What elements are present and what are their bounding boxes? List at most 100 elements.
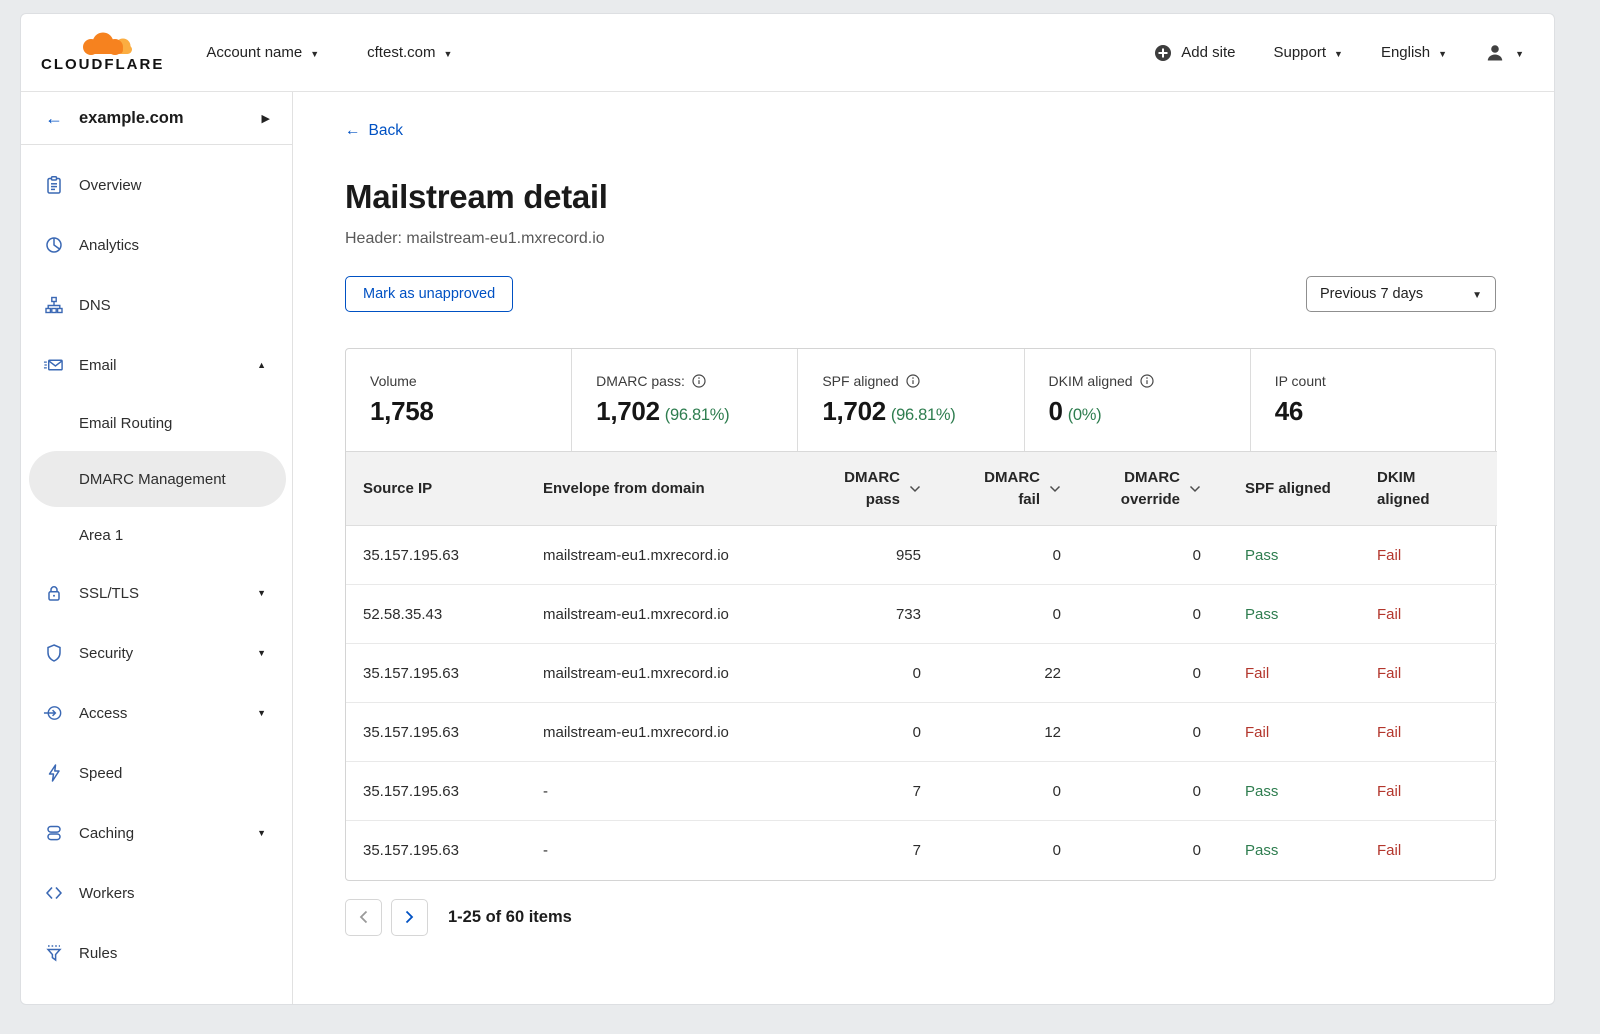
language-dropdown-label: English	[1381, 44, 1430, 61]
user-menu[interactable]: ▼	[1485, 43, 1524, 63]
stat-percent: (96.81%)	[891, 406, 956, 424]
sidebar-item-workers[interactable]: Workers	[21, 863, 292, 923]
next-page-button[interactable]	[391, 899, 428, 936]
sidebar-item-speed[interactable]: Speed	[21, 743, 292, 803]
speed-icon	[43, 763, 64, 784]
stat-volume: Volume 1,758	[346, 349, 571, 451]
info-icon[interactable]	[906, 374, 920, 388]
cell-dkim-aligned: Fail	[1353, 762, 1497, 821]
page-title: Mailstream detail	[345, 178, 1554, 216]
cell-dmarc-pass: 955	[783, 526, 933, 585]
info-icon[interactable]	[1140, 374, 1154, 388]
sidebar-item-dmarc-management[interactable]: DMARC Management	[29, 451, 286, 507]
sort-chevron-icon	[909, 485, 921, 493]
chevron-up-icon: ▲	[257, 360, 266, 370]
overview-icon	[43, 175, 64, 196]
sidebar: ← example.com ▶ Overview	[21, 92, 293, 1004]
sidebar-item-dns[interactable]: DNS	[21, 275, 292, 335]
cell-dmarc-pass: 7	[783, 762, 933, 821]
cell-dmarc-pass: 0	[783, 703, 933, 762]
page-subtitle: Header: mailstream-eu1.mxrecord.io	[345, 230, 1554, 248]
cell-dmarc-fail: 22	[933, 644, 1073, 703]
sidebar-item-access[interactable]: Access ▼	[21, 683, 292, 743]
sidebar-item-rules[interactable]: Rules	[21, 923, 292, 983]
stat-value: 46	[1275, 396, 1485, 427]
sidebar-item-label: Workers	[79, 885, 135, 902]
date-range-value: Previous 7 days	[1320, 286, 1423, 302]
column-header-dmarc-fail[interactable]: DMARCfail	[933, 452, 1073, 526]
cell-dmarc-fail: 0	[933, 821, 1073, 880]
sidebar-item-email-routing[interactable]: Email Routing	[21, 395, 292, 451]
sidebar-item-security[interactable]: Security ▼	[21, 623, 292, 683]
cell-dmarc-pass: 7	[783, 821, 933, 880]
cell-dmarc-pass: 733	[783, 585, 933, 644]
zone-dropdown[interactable]: cftest.com ▼	[367, 44, 452, 61]
language-dropdown[interactable]: English ▼	[1381, 44, 1447, 61]
stat-label: IP count	[1275, 373, 1326, 389]
topnav-right-group: Add site Support ▼ English ▼ ▼	[1154, 43, 1524, 63]
cell-dkim-aligned: Fail	[1353, 821, 1497, 880]
sidebar-nav: Overview Analytics	[21, 145, 292, 983]
cell-dkim-aligned: Fail	[1353, 703, 1497, 762]
chevron-down-icon: ▼	[310, 49, 319, 59]
sidebar-site-header[interactable]: ← example.com ▶	[21, 92, 292, 145]
column-header-dmarc-override[interactable]: DMARCoverride	[1073, 452, 1213, 526]
cloudflare-logo[interactable]: CLOUDFLARE	[41, 32, 164, 73]
cell-dkim-aligned: Fail	[1353, 585, 1497, 644]
sidebar-item-label: DNS	[79, 297, 111, 314]
previous-page-button[interactable]	[345, 899, 382, 936]
support-dropdown[interactable]: Support ▼	[1273, 44, 1342, 61]
cell-envelope: mailstream-eu1.mxrecord.io	[543, 526, 783, 585]
stat-value: 1,702(96.81%)	[822, 396, 1013, 427]
stat-percent: (96.81%)	[665, 406, 730, 424]
access-icon	[43, 703, 64, 724]
date-range-select[interactable]: Previous 7 days ▼	[1306, 276, 1496, 312]
sidebar-item-label: Access	[79, 705, 127, 722]
chevron-right-icon: ▶	[262, 112, 270, 125]
back-arrow-icon: ←	[45, 109, 63, 127]
stat-percent: (0%)	[1068, 406, 1102, 424]
lock-icon	[43, 583, 64, 604]
cell-dmarc-override: 0	[1073, 762, 1213, 821]
back-link[interactable]: ← Back	[345, 122, 403, 140]
sidebar-item-analytics[interactable]: Analytics	[21, 215, 292, 275]
plus-circle-icon	[1154, 44, 1172, 62]
cell-source-ip: 35.157.195.63	[346, 703, 543, 762]
cell-dmarc-override: 0	[1073, 821, 1213, 880]
cell-dmarc-pass: 0	[783, 644, 933, 703]
chevron-right-icon	[405, 910, 414, 924]
sidebar-item-label: SSL/TLS	[79, 585, 139, 602]
mark-as-unapproved-button[interactable]: Mark as unapproved	[345, 276, 513, 312]
cloudflare-wordmark: CLOUDFLARE	[41, 56, 164, 73]
cell-dmarc-override: 0	[1073, 703, 1213, 762]
table-row: 35.157.195.63 mailstream-eu1.mxrecord.io…	[346, 526, 1497, 585]
sidebar-item-caching[interactable]: Caching ▼	[21, 803, 292, 863]
sidebar-item-overview[interactable]: Overview	[21, 155, 292, 215]
cell-dmarc-fail: 0	[933, 585, 1073, 644]
account-dropdown[interactable]: Account name ▼	[206, 44, 319, 61]
app-window: CLOUDFLARE Account name ▼ cftest.com ▼ A…	[20, 13, 1555, 1005]
workers-icon	[43, 883, 64, 904]
action-row: Mark as unapproved Previous 7 days ▼	[345, 276, 1496, 312]
back-arrow-icon: ←	[345, 122, 361, 140]
stat-label: SPF aligned	[822, 373, 898, 389]
info-icon[interactable]	[692, 374, 706, 388]
sidebar-item-area-1[interactable]: Area 1	[21, 507, 292, 563]
table-row: 35.157.195.63 - 7 0 0 Pass Fail	[346, 762, 1497, 821]
sort-chevron-icon	[1049, 485, 1061, 493]
column-header-dmarc-pass[interactable]: DMARCpass	[783, 452, 933, 526]
site-name: example.com	[79, 109, 184, 128]
zone-dropdown-label: cftest.com	[367, 44, 435, 61]
sidebar-item-ssl-tls[interactable]: SSL/TLS ▼	[21, 563, 292, 623]
stats-row: Volume 1,758 DMARC pass: 1,702(	[346, 349, 1495, 451]
table-header-row: Source IP Envelope from domain DMARCpass…	[346, 452, 1497, 526]
table-row: 35.157.195.63 mailstream-eu1.mxrecord.io…	[346, 644, 1497, 703]
mailstream-card: Volume 1,758 DMARC pass: 1,702(	[345, 348, 1496, 881]
stat-label: DMARC pass:	[596, 373, 685, 389]
stat-ip-count: IP count 46	[1250, 349, 1495, 451]
cell-dmarc-override: 0	[1073, 585, 1213, 644]
add-site-button[interactable]: Add site	[1154, 44, 1235, 62]
sidebar-item-email[interactable]: Email ▲	[21, 335, 292, 395]
sidebar-item-label: Analytics	[79, 237, 139, 254]
stat-value: 1,758	[370, 396, 561, 427]
